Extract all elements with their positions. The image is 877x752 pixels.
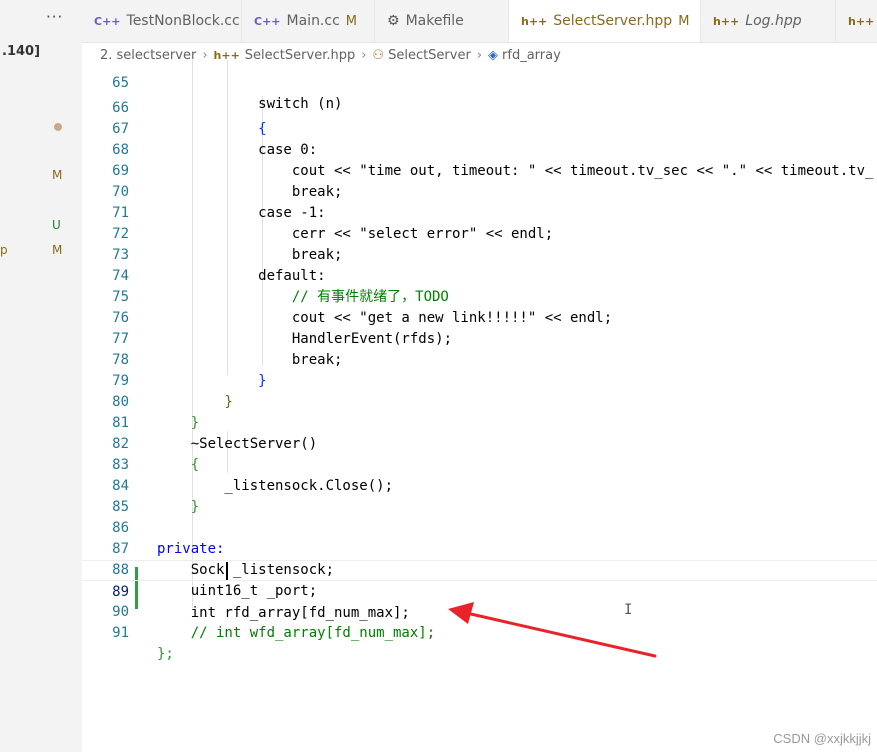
annotation-arrow <box>448 602 657 658</box>
watermark: CSDN @xxjkkjjkj <box>773 731 871 746</box>
mouse-ibeam-cursor-icon: I <box>624 602 633 618</box>
